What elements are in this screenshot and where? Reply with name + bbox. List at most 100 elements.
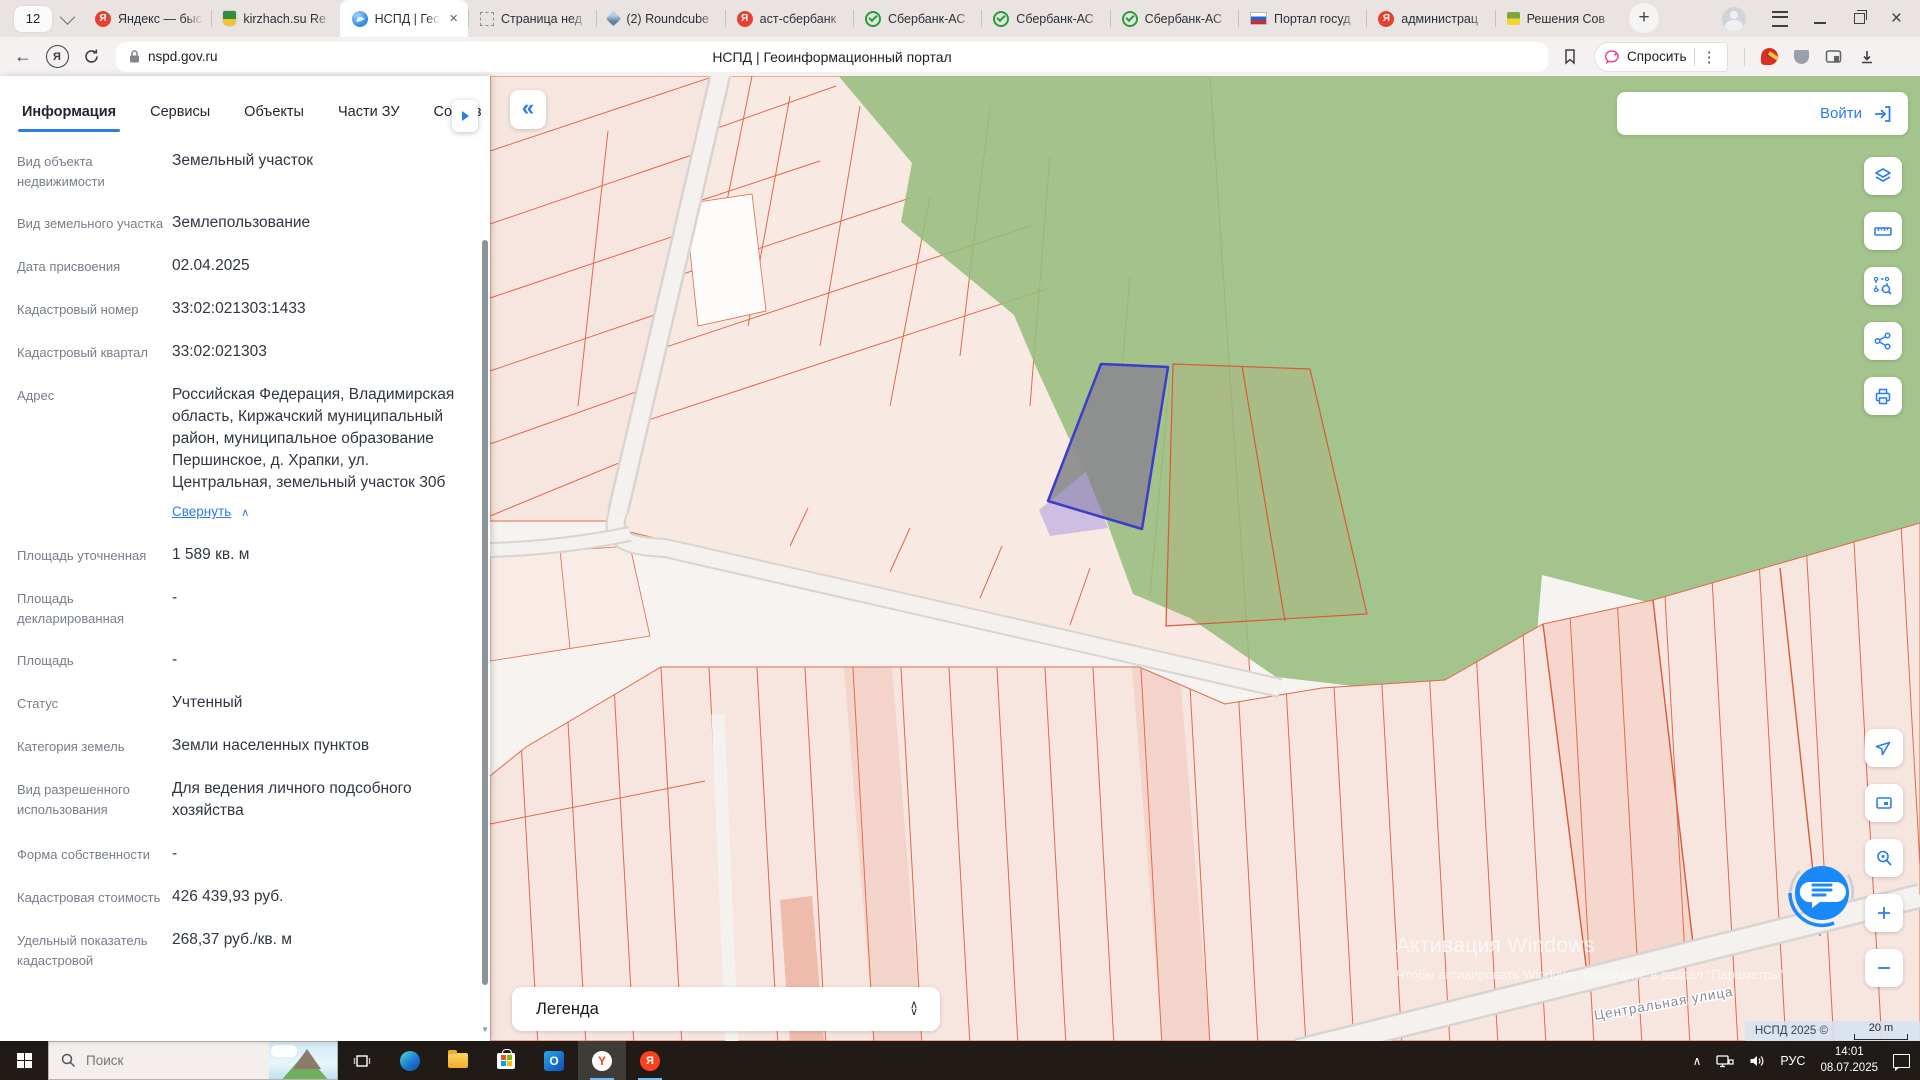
search-input[interactable] bbox=[84, 1052, 238, 1069]
tab-administration[interactable]: администрац bbox=[1366, 0, 1494, 37]
ask-alice-button[interactable]: Спросить ⋮ bbox=[1594, 42, 1728, 72]
object-info-panel: Информация Сервисы Объекты Части ЗУ Сост… bbox=[0, 76, 490, 1041]
tab-counter[interactable]: 12 bbox=[0, 0, 83, 37]
yandex-favicon-icon bbox=[1378, 11, 1394, 27]
hidden-icons-chevron[interactable]: ∧ bbox=[1693, 1054, 1702, 1068]
close-tab-icon[interactable]: × bbox=[447, 11, 460, 26]
new-tab-button[interactable]: + bbox=[1629, 3, 1659, 33]
cadastral-map-svg[interactable]: Центральная улица bbox=[490, 76, 1920, 1041]
search-location-button[interactable] bbox=[1865, 839, 1903, 877]
attribution-text: НСПД 2025 © bbox=[1755, 1025, 1828, 1037]
zoom-in-button[interactable] bbox=[1865, 894, 1903, 932]
tabs-scroll-right-button[interactable] bbox=[452, 100, 478, 132]
taskbar-store[interactable] bbox=[482, 1041, 530, 1080]
taskbar-explorer[interactable] bbox=[434, 1041, 482, 1080]
search-location-icon bbox=[1874, 848, 1894, 868]
scroll-down-icon[interactable]: ▼ bbox=[481, 1025, 489, 1034]
tab-page[interactable]: Страница нед bbox=[468, 0, 596, 37]
bookmark-icon[interactable] bbox=[1562, 48, 1578, 65]
tab-parcel-parts[interactable]: Части ЗУ bbox=[338, 104, 400, 132]
area-search-icon bbox=[1873, 276, 1893, 296]
tab-services[interactable]: Сервисы bbox=[150, 104, 210, 132]
expand-collapse-icon[interactable]: ∧∨ bbox=[910, 1002, 918, 1016]
weather-widget[interactable] bbox=[269, 1042, 337, 1079]
layers-button[interactable] bbox=[1864, 157, 1902, 195]
collapse-panel-button[interactable]: « bbox=[510, 90, 546, 129]
sberbank-favicon-icon bbox=[865, 11, 881, 27]
info-row: Вид земельного участкаЗемлепользование bbox=[17, 212, 464, 234]
tab-strip: Яндекс — быс kirzhach.su Re НСПД | Гео× … bbox=[83, 0, 1623, 37]
info-row: Вид объекта недвижимостиЗемельный участо… bbox=[17, 150, 464, 191]
panel-tabs: Информация Сервисы Объекты Части ЗУ Сост… bbox=[0, 76, 490, 132]
browser-url-bar: ← Я nspd.gov.ru НСПД | Геоинформационный… bbox=[0, 37, 1920, 77]
taskbar-yandex-browser[interactable]: Y bbox=[578, 1041, 626, 1080]
tab-information[interactable]: Информация bbox=[22, 104, 116, 132]
share-button[interactable] bbox=[1864, 322, 1902, 360]
tab-counter-value[interactable]: 12 bbox=[14, 6, 52, 32]
yandex-home-button[interactable]: Я bbox=[40, 45, 74, 68]
map-viewport[interactable]: Центральная улица « Войти bbox=[490, 76, 1920, 1041]
download-icon[interactable] bbox=[1859, 49, 1875, 65]
window-controls: × bbox=[1722, 0, 1920, 37]
tab-roundcube[interactable]: (2) Roundcube bbox=[596, 0, 724, 37]
taskbar-clock[interactable]: 14:01 08.07.2025 bbox=[1820, 1045, 1878, 1076]
chevron-up-icon[interactable]: ∧ bbox=[241, 507, 249, 519]
minimap-button[interactable] bbox=[1865, 784, 1903, 822]
back-button[interactable]: ← bbox=[6, 46, 40, 67]
login-label[interactable]: Войти bbox=[1820, 105, 1862, 122]
tab-objects[interactable]: Объекты bbox=[244, 104, 304, 132]
taskbar-search[interactable] bbox=[48, 1041, 338, 1080]
chevron-down-icon[interactable] bbox=[60, 9, 76, 25]
outlook-icon: O bbox=[544, 1051, 564, 1071]
panel-scrollbar[interactable] bbox=[482, 240, 488, 985]
reload-button[interactable] bbox=[74, 48, 108, 65]
tab-nspd-active[interactable]: НСПД | Гео× bbox=[340, 0, 468, 37]
zoom-out-button[interactable] bbox=[1865, 949, 1903, 987]
menu-icon[interactable] bbox=[1772, 11, 1788, 27]
restore-button[interactable] bbox=[1854, 13, 1865, 24]
desktop-screen: 12 Яндекс — быс kirzhach.su Re НСПД | Ге… bbox=[0, 0, 1920, 1080]
browser-tab-bar: 12 Яндекс — быс kirzhach.su Re НСПД | Ге… bbox=[0, 0, 1920, 37]
tab-gosuslugi[interactable]: Портал госуд bbox=[1238, 0, 1366, 37]
tabs-panel-icon[interactable] bbox=[1825, 49, 1843, 65]
network-icon[interactable] bbox=[1716, 1053, 1734, 1068]
login-bar[interactable]: Войти bbox=[1617, 92, 1908, 135]
extension-icon[interactable] bbox=[1761, 48, 1778, 65]
tab-resheniya[interactable]: Решения Сов bbox=[1495, 0, 1623, 37]
measure-button[interactable] bbox=[1864, 212, 1902, 250]
start-button[interactable] bbox=[0, 1041, 48, 1080]
tab-sberbank-2[interactable]: Сбербанк-АС bbox=[981, 0, 1109, 37]
print-button[interactable] bbox=[1864, 377, 1902, 415]
info-row: Категория земельЗемли населенных пунктов bbox=[17, 735, 464, 757]
time: 14:01 bbox=[1835, 1045, 1864, 1061]
tab-kirzhach[interactable]: kirzhach.su Re bbox=[211, 0, 339, 37]
notification-center-icon[interactable] bbox=[1893, 1054, 1910, 1068]
collapse-address-link[interactable]: Свернуть bbox=[172, 502, 231, 521]
reload-icon bbox=[83, 48, 100, 65]
volume-icon[interactable] bbox=[1749, 1054, 1765, 1068]
taskbar-edge[interactable] bbox=[386, 1041, 434, 1080]
ruler-icon bbox=[1873, 221, 1893, 241]
tab-yandex[interactable]: Яндекс — быс bbox=[83, 0, 211, 37]
minimize-button[interactable] bbox=[1814, 22, 1826, 24]
legend-bar[interactable]: Легенда ∧∨ bbox=[512, 987, 940, 1031]
profile-avatar[interactable] bbox=[1722, 7, 1746, 31]
ask-label: Спросить bbox=[1627, 49, 1687, 64]
taskb-yandex-app[interactable]: Я bbox=[626, 1041, 674, 1080]
taskbar-outlook[interactable]: O bbox=[530, 1041, 578, 1080]
more-options-icon[interactable]: ⋮ bbox=[1702, 48, 1717, 66]
ms-store-icon bbox=[497, 1053, 515, 1069]
tab-sberbank-1[interactable]: Сбербанк-АС bbox=[853, 0, 981, 37]
kirzhach-favicon-icon bbox=[223, 11, 236, 26]
locate-button[interactable] bbox=[1865, 729, 1903, 767]
close-window-button[interactable]: × bbox=[1891, 9, 1902, 28]
area-search-button[interactable] bbox=[1864, 267, 1902, 305]
tab-sberbank-3[interactable]: Сбербанк-АС bbox=[1110, 0, 1238, 37]
info-row: Кадастровый квартал33:02:021303 bbox=[17, 341, 464, 363]
shield-extension-icon[interactable] bbox=[1794, 50, 1809, 64]
address-bar[interactable]: nspd.gov.ru НСПД | Геоинформационный пор… bbox=[116, 42, 1548, 72]
support-chat-button[interactable] bbox=[1782, 853, 1862, 933]
task-view-button[interactable] bbox=[338, 1041, 386, 1080]
tab-ast-sberbank[interactable]: аст-сбербанк bbox=[725, 0, 853, 37]
language-indicator[interactable]: РУС bbox=[1780, 1054, 1805, 1068]
